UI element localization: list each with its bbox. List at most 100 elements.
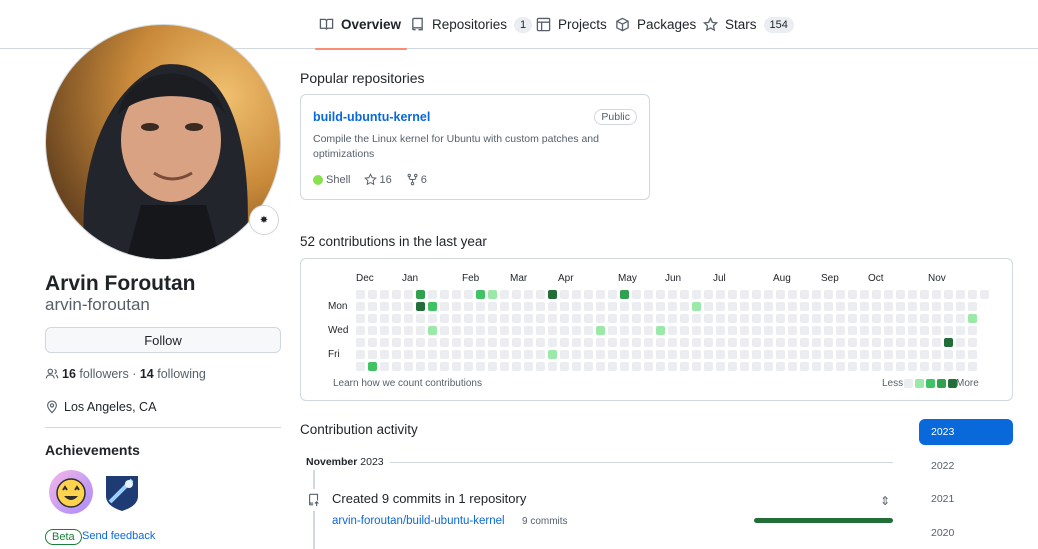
contribution-day-cell[interactable] [716, 302, 725, 311]
contribution-day-cell[interactable] [368, 290, 377, 299]
contribution-day-cell[interactable] [872, 350, 881, 359]
contribution-day-cell[interactable] [800, 314, 809, 323]
contribution-day-cell[interactable] [356, 338, 365, 347]
contribution-day-cell[interactable] [476, 290, 485, 299]
contribution-day-cell[interactable] [548, 326, 557, 335]
contribution-day-cell[interactable] [752, 338, 761, 347]
contribution-day-cell[interactable] [596, 362, 605, 371]
contribution-day-cell[interactable] [464, 362, 473, 371]
contribution-day-cell[interactable] [776, 314, 785, 323]
contribution-day-cell[interactable] [536, 314, 545, 323]
contribution-day-cell[interactable] [596, 314, 605, 323]
contribution-day-cell[interactable] [728, 362, 737, 371]
contribution-day-cell[interactable] [440, 290, 449, 299]
contribution-day-cell[interactable] [932, 290, 941, 299]
contribution-day-cell[interactable] [800, 290, 809, 299]
contribution-day-cell[interactable] [404, 326, 413, 335]
contribution-day-cell[interactable] [836, 302, 845, 311]
contribution-day-cell[interactable] [404, 302, 413, 311]
contribution-day-cell[interactable] [920, 326, 929, 335]
contribution-day-cell[interactable] [452, 326, 461, 335]
contribution-day-cell[interactable] [824, 314, 833, 323]
contribution-day-cell[interactable] [584, 290, 593, 299]
contribution-day-cell[interactable] [368, 314, 377, 323]
contribution-day-cell[interactable] [800, 362, 809, 371]
contribution-day-cell[interactable] [728, 314, 737, 323]
contribution-day-cell[interactable] [656, 302, 665, 311]
contribution-day-cell[interactable] [872, 314, 881, 323]
contribution-day-cell[interactable] [404, 290, 413, 299]
contribution-day-cell[interactable] [944, 314, 953, 323]
learn-contributions-link[interactable]: Learn how we count contributions [333, 378, 482, 389]
contribution-day-cell[interactable] [740, 302, 749, 311]
contribution-day-cell[interactable] [644, 302, 653, 311]
contribution-day-cell[interactable] [644, 290, 653, 299]
contribution-day-cell[interactable] [488, 314, 497, 323]
contribution-day-cell[interactable] [620, 302, 629, 311]
contribution-day-cell[interactable] [608, 350, 617, 359]
contribution-day-cell[interactable] [392, 326, 401, 335]
contribution-day-cell[interactable] [908, 362, 917, 371]
contribution-day-cell[interactable] [416, 362, 425, 371]
contribution-day-cell[interactable] [464, 350, 473, 359]
contribution-day-cell[interactable] [788, 362, 797, 371]
repo-stars-link[interactable]: 16 [364, 173, 392, 186]
contribution-day-cell[interactable] [380, 302, 389, 311]
contribution-day-cell[interactable] [944, 350, 953, 359]
contribution-day-cell[interactable] [500, 338, 509, 347]
contribution-day-cell[interactable] [968, 362, 977, 371]
contribution-day-cell[interactable] [476, 302, 485, 311]
contribution-day-cell[interactable] [848, 362, 857, 371]
contribution-day-cell[interactable] [500, 290, 509, 299]
contribution-day-cell[interactable] [572, 350, 581, 359]
contribution-day-cell[interactable] [716, 338, 725, 347]
contribution-day-cell[interactable] [824, 362, 833, 371]
contribution-day-cell[interactable] [908, 314, 917, 323]
contribution-day-cell[interactable] [440, 362, 449, 371]
year-2021[interactable]: 2021 [919, 486, 1013, 512]
contribution-day-cell[interactable] [476, 362, 485, 371]
contribution-day-cell[interactable] [644, 362, 653, 371]
contribution-day-cell[interactable] [368, 362, 377, 371]
contribution-day-cell[interactable] [608, 302, 617, 311]
contribution-day-cell[interactable] [356, 302, 365, 311]
contribution-day-cell[interactable] [884, 314, 893, 323]
contribution-day-cell[interactable] [728, 350, 737, 359]
contribution-day-cell[interactable] [668, 314, 677, 323]
contribution-day-cell[interactable] [788, 338, 797, 347]
following-link[interactable]: 14 following [140, 367, 206, 381]
contribution-day-cell[interactable] [788, 314, 797, 323]
contribution-day-cell[interactable] [764, 350, 773, 359]
contribution-day-cell[interactable] [740, 362, 749, 371]
contribution-day-cell[interactable] [584, 302, 593, 311]
contribution-day-cell[interactable] [416, 338, 425, 347]
contribution-day-cell[interactable] [668, 350, 677, 359]
contribution-day-cell[interactable] [908, 302, 917, 311]
contribution-day-cell[interactable] [380, 338, 389, 347]
contribution-day-cell[interactable] [704, 362, 713, 371]
contribution-day-cell[interactable] [944, 338, 953, 347]
contribution-day-cell[interactable] [452, 350, 461, 359]
contribution-day-cell[interactable] [956, 290, 965, 299]
contribution-day-cell[interactable] [884, 362, 893, 371]
contribution-day-cell[interactable] [716, 326, 725, 335]
contribution-day-cell[interactable] [764, 302, 773, 311]
contribution-day-cell[interactable] [560, 362, 569, 371]
contribution-day-cell[interactable] [632, 302, 641, 311]
contribution-day-cell[interactable] [392, 314, 401, 323]
contribution-day-cell[interactable] [536, 326, 545, 335]
contribution-day-cell[interactable] [560, 314, 569, 323]
contribution-day-cell[interactable] [932, 314, 941, 323]
contribution-day-cell[interactable] [764, 326, 773, 335]
contribution-day-cell[interactable] [848, 314, 857, 323]
contribution-day-cell[interactable] [776, 302, 785, 311]
contribution-day-cell[interactable] [440, 302, 449, 311]
contribution-day-cell[interactable] [524, 326, 533, 335]
contribution-day-cell[interactable] [440, 350, 449, 359]
contribution-day-cell[interactable] [752, 314, 761, 323]
contribution-day-cell[interactable] [716, 290, 725, 299]
contribution-day-cell[interactable] [584, 350, 593, 359]
contribution-day-cell[interactable] [920, 350, 929, 359]
contribution-day-cell[interactable] [452, 290, 461, 299]
contribution-day-cell[interactable] [356, 362, 365, 371]
